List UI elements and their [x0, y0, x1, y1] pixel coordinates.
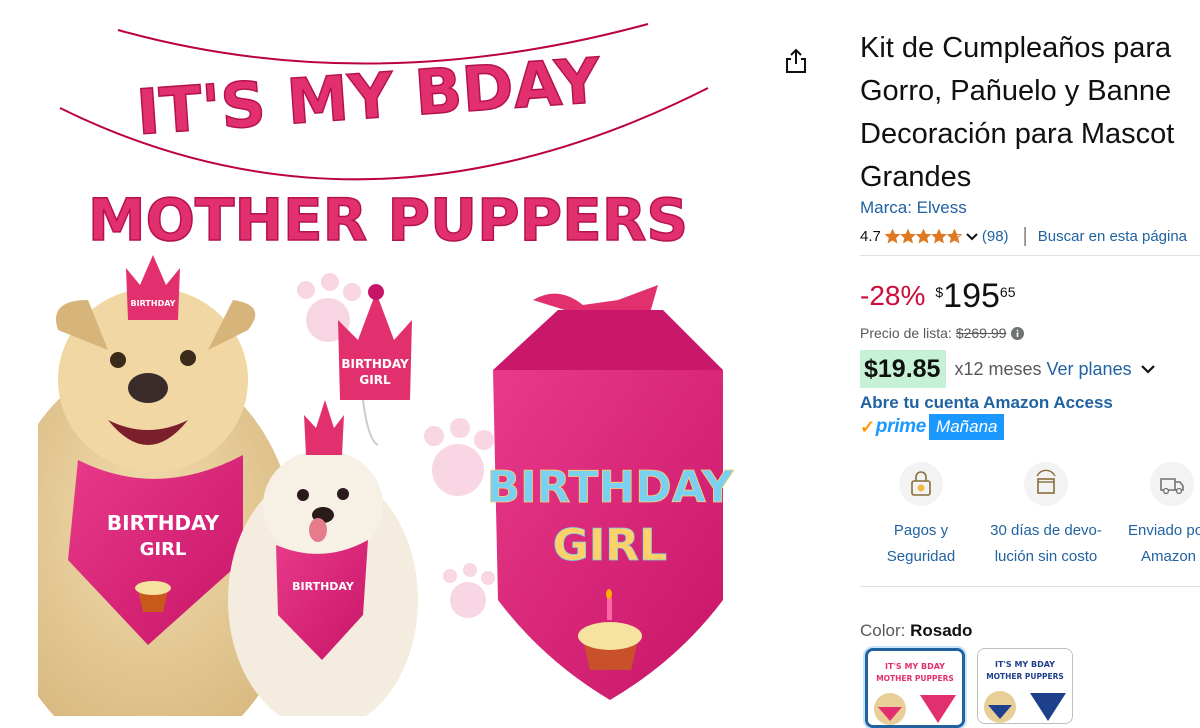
svg-text:MOTHER PUPPERS: MOTHER PUPPERS: [876, 674, 954, 683]
color-swatch-rosado[interactable]: IT'S MY BDAY MOTHER PUPPERS: [865, 648, 965, 728]
svg-text:GIRL: GIRL: [140, 539, 187, 560]
star-icon: [899, 229, 916, 244]
share-button[interactable]: [780, 44, 812, 78]
brand-link[interactable]: Marca: Elvess: [860, 198, 967, 218]
review-count-link[interactable]: (98): [982, 228, 1009, 245]
divider: [860, 586, 1200, 587]
svg-text:IT'S MY BDAY: IT'S MY BDAY: [995, 660, 1055, 669]
rating-row: 4.7 (98) | Buscar en esta página: [860, 225, 1187, 247]
color-selector-label: Color: Rosado: [860, 621, 973, 640]
prime-delivery-row: ✓ prime Mañana: [860, 414, 1005, 440]
divider: [860, 255, 1200, 256]
banner-line-1: IT'S MY BDAY: [134, 44, 603, 149]
separator: |: [1022, 225, 1028, 247]
chevron-down-icon[interactable]: [1140, 364, 1156, 374]
amazon-access-link[interactable]: Abre tu cuenta Amazon Access: [860, 393, 1113, 413]
bandana-large-text: BIRTHDAY: [107, 511, 220, 535]
current-price: $ 195 65: [935, 277, 1016, 315]
secure-payment-icon: [899, 462, 943, 506]
feature-shipped-by-amazon[interactable]: Enviado po Amazon: [1110, 462, 1200, 570]
chevron-down-icon[interactable]: [965, 232, 979, 242]
installment-amount: $19.85: [860, 350, 947, 388]
delivery-truck-icon: [1150, 462, 1194, 506]
feature-secure-payment[interactable]: Pagos y Seguridad: [856, 462, 986, 570]
list-price-value: $269.99: [955, 325, 1007, 341]
svg-text:BIRTHDAY: BIRTHDAY: [292, 580, 355, 593]
feature-returns[interactable]: 30 días de devo- lución sin costo: [981, 462, 1111, 570]
selected-color: Rosado: [910, 621, 973, 640]
info-icon[interactable]: [1011, 326, 1025, 340]
star-icon: [946, 229, 963, 244]
installment-months: x12 meses: [954, 358, 1042, 379]
hat-large-text: BIRTHDAY: [131, 299, 176, 308]
product-main-image[interactable]: IT'S MY BDAY MOTHER PUPPERS BIRTHDAY BIR…: [38, 0, 738, 716]
svg-text:MOTHER PUPPERS: MOTHER PUPPERS: [986, 672, 1064, 681]
installment-row: $19.85 x12 meses Ver planes: [860, 350, 1156, 388]
share-icon: [786, 48, 806, 73]
prime-logo: ✓ prime: [860, 416, 927, 437]
bandana-title-line-1: BIRTHDAY: [487, 462, 735, 513]
star-icon: [884, 229, 901, 244]
banner-line-2: MOTHER PUPPERS: [88, 186, 688, 254]
return-box-icon: [1024, 462, 1068, 506]
bandana-product: BIRTHDAY GIRL: [486, 285, 735, 700]
star-rating-icon[interactable]: [884, 229, 963, 244]
star-icon: [930, 229, 947, 244]
svg-text:BIRTHDAY: BIRTHDAY: [341, 357, 409, 371]
price-row: -28% $ 195 65: [860, 276, 1015, 316]
party-hat-product: BIRTHDAY GIRL: [338, 284, 412, 446]
view-plans-link[interactable]: Ver planes: [1047, 359, 1132, 380]
list-price-row: Precio de lista: $269.99: [860, 325, 1025, 341]
bandana-title-line-2: GIRL: [553, 520, 667, 571]
rating-number: 4.7: [860, 228, 881, 245]
search-on-page-link[interactable]: Buscar en esta página: [1038, 228, 1187, 245]
prime-check-icon: ✓: [860, 416, 875, 437]
product-title: Kit de Cumpleaños para Gorro, Pañuelo y …: [860, 32, 1175, 193]
color-swatch-azul[interactable]: IT'S MY BDAY MOTHER PUPPERS: [977, 648, 1073, 724]
delivery-day-badge: Mañana: [929, 414, 1005, 440]
list-price-label: Precio de lista:: [860, 325, 952, 341]
star-icon: [915, 229, 932, 244]
discount-percentage: -28%: [860, 280, 926, 311]
svg-text:GIRL: GIRL: [359, 373, 391, 387]
svg-text:IT'S MY BDAY: IT'S MY BDAY: [885, 662, 945, 671]
